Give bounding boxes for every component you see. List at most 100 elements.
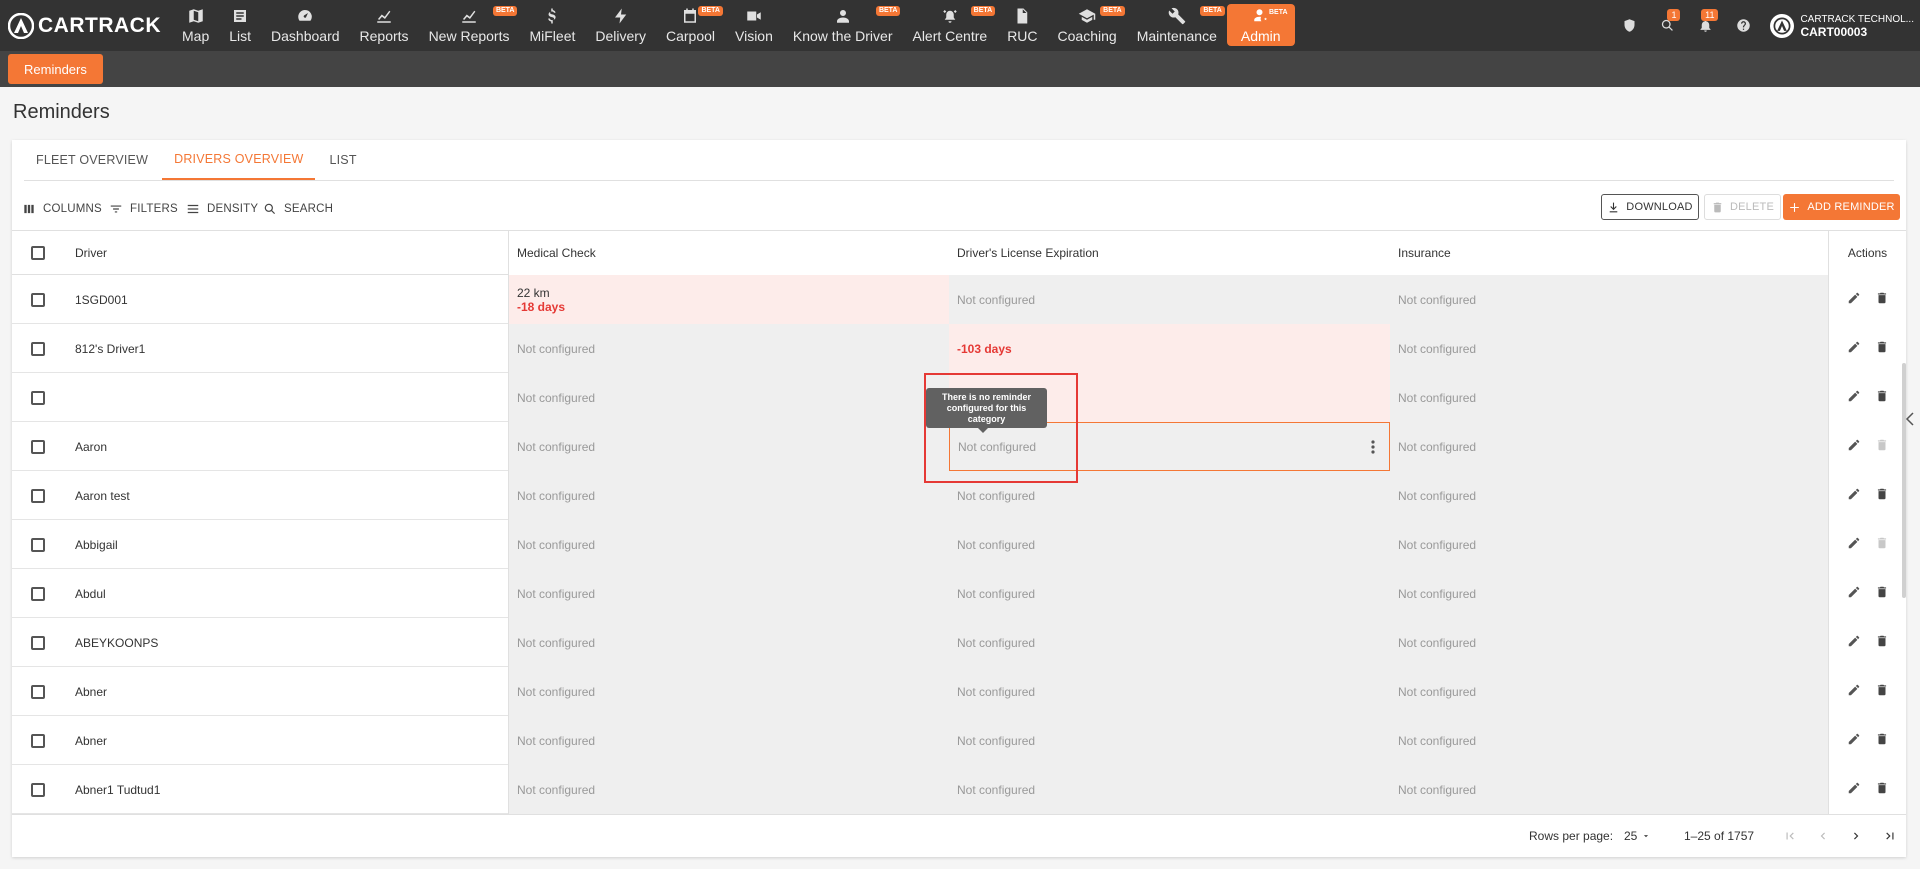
table-row[interactable]: Abner Not configured Not configured Not con… (12, 716, 1906, 765)
medical-check-cell[interactable]: Not configured (508, 667, 949, 716)
row-checkbox[interactable] (30, 292, 45, 307)
insurance-cell[interactable]: Not configured (1390, 667, 1828, 716)
nav-item-map[interactable]: Map (172, 0, 219, 51)
driver-name[interactable]: Abner (63, 667, 508, 716)
edit-button[interactable] (1847, 340, 1861, 357)
table-row[interactable]: 1SGD001 22 km -18 days Not configured Not co… (12, 275, 1906, 324)
row-checkbox[interactable] (30, 439, 45, 454)
delete-row-button[interactable] (1875, 340, 1889, 357)
search-button[interactable]: SEARCH (263, 194, 333, 224)
table-row[interactable]: ABEYKOONPS Not configured Not configured No… (12, 618, 1906, 667)
account-menu[interactable]: CARTRACK TECHNOL... CART00003 (1770, 13, 1920, 39)
nav-item-mifleet[interactable]: MiFleet (519, 0, 585, 51)
insurance-cell[interactable]: Not configured (1390, 716, 1828, 765)
delete-row-button[interactable] (1875, 389, 1889, 406)
nav-item-admin[interactable]: Admin BETA (1226, 4, 1295, 46)
driver-name[interactable]: 1SGD001 (63, 275, 508, 324)
nav-item-carpool[interactable]: Carpool BETA (656, 0, 725, 51)
insurance-cell[interactable]: Not configured (1390, 618, 1828, 667)
delete-row-button[interactable] (1875, 536, 1889, 553)
row-checkbox[interactable] (30, 635, 45, 650)
insurance-cell[interactable]: Not configured (1390, 569, 1828, 618)
select-all-checkbox[interactable] (30, 246, 45, 260)
previous-page-button[interactable] (1815, 828, 1831, 844)
medical-check-cell[interactable]: Not configured (508, 569, 949, 618)
insurance-cell[interactable]: Not configured (1390, 275, 1828, 324)
vehicle-search-button[interactable]: 1 (1648, 9, 1686, 33)
license-expiration-cell[interactable]: Not configured (949, 569, 1390, 618)
edit-button[interactable] (1847, 389, 1861, 406)
vertical-scrollbar[interactable] (1902, 363, 1906, 598)
nav-item-alert-centre[interactable]: Alert Centre BETA (902, 0, 997, 51)
side-panel-toggle[interactable] (1905, 412, 1915, 426)
driver-name[interactable]: Abbigail (63, 520, 508, 569)
delete-row-button[interactable] (1875, 634, 1889, 651)
license-expiration-cell[interactable]: Not configured (949, 716, 1390, 765)
nav-item-ruc[interactable]: RUC (997, 0, 1047, 51)
driver-name[interactable]: Aaron test (63, 471, 508, 520)
driver-name[interactable]: Abdul (63, 569, 508, 618)
edit-button[interactable] (1847, 634, 1861, 651)
medical-check-cell[interactable]: Not configured (508, 520, 949, 569)
medical-check-cell[interactable]: Not configured (508, 765, 949, 814)
density-button[interactable]: DENSITY (186, 194, 258, 224)
tab-list[interactable]: LIST (317, 140, 368, 180)
nav-item-list[interactable]: List (219, 0, 261, 51)
nav-item-dashboard[interactable]: Dashboard (261, 0, 350, 51)
medical-check-cell[interactable]: Not configured (508, 618, 949, 667)
columns-button[interactable]: COLUMNS (22, 194, 102, 224)
header-insurance[interactable]: Insurance (1390, 231, 1828, 275)
cartrack-logo[interactable]: CARTRACK (0, 0, 172, 51)
nav-item-reports[interactable]: Reports (350, 0, 419, 51)
license-expiration-cell[interactable]: Not configured (949, 667, 1390, 716)
insurance-cell[interactable]: Not configured (1390, 765, 1828, 814)
table-row[interactable]: Abdul Not configured Not configured Not con… (12, 569, 1906, 618)
license-expiration-cell[interactable]: Not configured (949, 520, 1390, 569)
nav-item-vision[interactable]: Vision (725, 0, 783, 51)
insurance-cell[interactable]: Not configured (1390, 520, 1828, 569)
nav-item-know-the-driver[interactable]: Know the Driver BETA (783, 0, 903, 51)
medical-check-cell[interactable]: Not configured (508, 373, 949, 422)
notifications-button[interactable]: 11 (1686, 9, 1724, 33)
header-license-expiration[interactable]: Driver's License Expiration (949, 231, 1390, 275)
medical-check-cell[interactable]: Not configured (508, 471, 949, 520)
row-checkbox[interactable] (30, 537, 45, 552)
row-checkbox[interactable] (30, 733, 45, 748)
edit-button[interactable] (1847, 781, 1861, 798)
driver-name[interactable]: ABEYKOONPS (63, 618, 508, 667)
insurance-cell[interactable]: Not configured (1390, 324, 1828, 373)
cell-menu-button[interactable] (1371, 440, 1375, 457)
subnav-tab-reminders[interactable]: Reminders (8, 54, 103, 84)
rows-per-page-select[interactable]: 25 (1624, 829, 1651, 843)
header-driver[interactable]: Driver (63, 231, 508, 275)
nav-item-coaching[interactable]: Coaching BETA (1048, 0, 1127, 51)
help-button[interactable] (1724, 18, 1762, 33)
delete-row-button[interactable] (1875, 683, 1889, 700)
edit-button[interactable] (1847, 487, 1861, 504)
nav-item-new-reports[interactable]: New Reports BETA (419, 0, 520, 51)
delete-row-button[interactable] (1875, 732, 1889, 749)
first-page-button[interactable] (1782, 828, 1798, 844)
filters-button[interactable]: FILTERS (109, 194, 178, 224)
driver-name[interactable] (63, 373, 508, 422)
row-checkbox[interactable] (30, 684, 45, 699)
edit-button[interactable] (1847, 683, 1861, 700)
nav-item-maintenance[interactable]: Maintenance BETA (1127, 0, 1227, 51)
insurance-cell[interactable]: Not configured (1390, 422, 1828, 471)
edit-button[interactable] (1847, 732, 1861, 749)
table-row[interactable]: Abbigail Not configured Not configured Not … (12, 520, 1906, 569)
row-checkbox[interactable] (30, 782, 45, 797)
tab-drivers-overview[interactable]: DRIVERS OVERVIEW (162, 140, 316, 180)
tab-fleet-overview[interactable]: FLEET OVERVIEW (24, 140, 160, 180)
driver-name[interactable]: Abner (63, 716, 508, 765)
edit-button[interactable] (1847, 438, 1861, 455)
delete-row-button[interactable] (1875, 291, 1889, 308)
edit-button[interactable] (1847, 291, 1861, 308)
row-checkbox[interactable] (30, 390, 45, 405)
download-button[interactable]: DOWNLOAD (1601, 194, 1699, 220)
driver-name[interactable]: Abner1 Tudtud1 (63, 765, 508, 814)
medical-check-cell[interactable]: Not configured (508, 422, 949, 471)
insurance-cell[interactable]: Not configured (1390, 471, 1828, 520)
medical-check-cell[interactable]: Not configured (508, 324, 949, 373)
table-row[interactable]: Abner Not configured Not configured Not con… (12, 667, 1906, 716)
